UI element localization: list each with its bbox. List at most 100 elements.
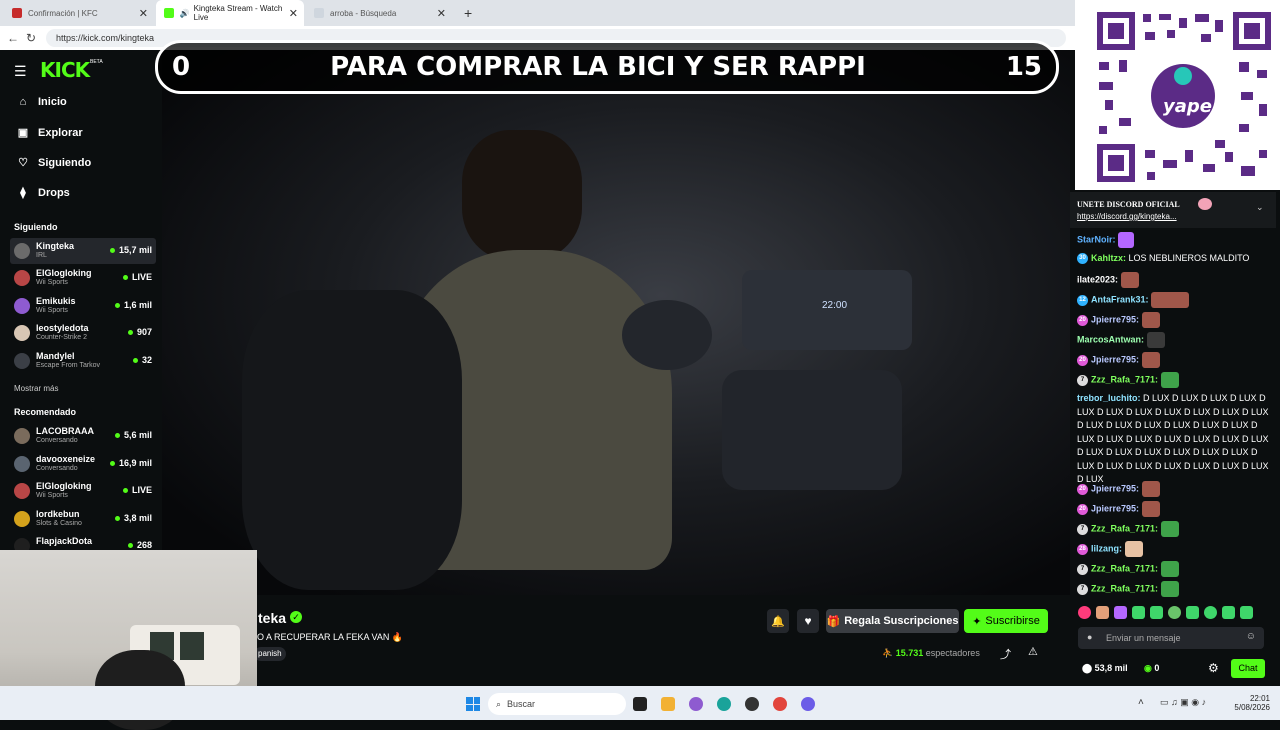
following-channel[interactable]: Kingteka IRL 15,7 mil: [10, 238, 156, 264]
task-view-icon[interactable]: [633, 697, 647, 711]
channel-name[interactable]: teka: [258, 610, 286, 626]
chat-send-button[interactable]: Chat: [1231, 659, 1265, 678]
emote-icon[interactable]: [1114, 606, 1127, 619]
avatar: [14, 538, 30, 550]
chat-message[interactable]: 20 Jpierre795:: [1077, 481, 1272, 497]
kicks-balance[interactable]: ◉ 0: [1144, 663, 1159, 674]
chat-message[interactable]: 7 Zzz_Rafa_7171:: [1077, 521, 1272, 537]
pinned-link[interactable]: https://discord.gg/kingteka...: [1077, 212, 1177, 221]
taskbar-search[interactable]: ⌕ Buscar: [488, 693, 626, 715]
recommended-channel[interactable]: LACOBRAAA Conversando 5,6 mil: [10, 423, 156, 449]
chat-username[interactable]: lilzang:: [1091, 543, 1122, 553]
chat-message[interactable]: 30 Kahltzx: LOS NEBLINEROS MALDITO: [1077, 252, 1272, 266]
video-player[interactable]: 22:00: [162, 50, 1070, 595]
chat-username[interactable]: Jpierre795:: [1091, 483, 1139, 493]
speaker-icon: 🔊: [179, 8, 190, 18]
recommended-channel[interactable]: FlapjackDota 268: [10, 533, 156, 550]
chat-username[interactable]: Jpierre795:: [1091, 503, 1139, 513]
emote-icon[interactable]: [1096, 606, 1109, 619]
follow-heart-icon[interactable]: ♥: [797, 609, 819, 633]
back-icon[interactable]: ←: [4, 31, 22, 45]
chat-username[interactable]: Zzz_Rafa_7171:: [1091, 583, 1158, 593]
tab-kick[interactable]: 🔊 Kingteka Stream - Watch Live ✕: [156, 0, 304, 26]
new-tab-button[interactable]: +: [456, 0, 480, 26]
windows-start-icon[interactable]: [466, 697, 480, 711]
following-channel[interactable]: Emikukis Wii Sports 1,6 mil: [10, 293, 156, 319]
reload-icon[interactable]: ↻: [22, 31, 40, 45]
emote-icon[interactable]: [1186, 606, 1199, 619]
language-tag[interactable]: panish: [254, 647, 286, 661]
chat-message[interactable]: 20 Jpierre795:: [1077, 312, 1272, 328]
chat-message[interactable]: 7 Zzz_Rafa_7171:: [1077, 581, 1272, 597]
tray-chevron-icon[interactable]: ˄: [1138, 697, 1144, 708]
emoji-icon[interactable]: ☺: [1246, 631, 1256, 642]
chat-username[interactable]: Jpierre795:: [1091, 354, 1139, 364]
chat-message[interactable]: StarNoir:: [1077, 232, 1272, 248]
chat-username[interactable]: ilate2023:: [1077, 274, 1118, 284]
chat-username[interactable]: MarcosAntwan:: [1077, 334, 1144, 344]
emote-icon[interactable]: [1132, 606, 1145, 619]
share-icon[interactable]: ⤴: [1000, 646, 1011, 662]
emote-icon[interactable]: [1222, 606, 1235, 619]
emote-icon[interactable]: [1204, 606, 1217, 619]
chat-message[interactable]: 12 AntaFrank31:: [1077, 292, 1272, 308]
emote-icon[interactable]: [1078, 606, 1091, 619]
nav-explorar[interactable]: ▣ Explorar: [16, 126, 83, 140]
report-icon[interactable]: ⚠: [1028, 645, 1038, 658]
recommended-channel[interactable]: ElGlogloking Wii Sports LIVE: [10, 478, 156, 504]
nav-drops[interactable]: ⧫ Drops: [16, 186, 70, 200]
subscribe-button[interactable]: ✦ Suscribirse: [964, 609, 1048, 633]
face-emote-icon: [1120, 272, 1139, 288]
following-channel[interactable]: Mandylel Escape From Tarkov 32: [10, 348, 156, 374]
chat-username[interactable]: AntaFrank31:: [1091, 294, 1149, 304]
chat-username[interactable]: Zzz_Rafa_7171:: [1091, 563, 1158, 573]
emote-icon[interactable]: [1240, 606, 1253, 619]
copilot-icon[interactable]: [689, 697, 703, 711]
close-icon[interactable]: ✕: [139, 7, 148, 20]
chat-message[interactable]: 20 Jpierre795:: [1077, 352, 1272, 368]
recommended-channel[interactable]: davooxeneize Conversando 16,9 mil: [10, 451, 156, 477]
nav-inicio[interactable]: ⌂ Inicio: [16, 96, 67, 108]
chevron-down-icon[interactable]: ⌄: [1256, 202, 1264, 213]
chat-username[interactable]: Zzz_Rafa_7171:: [1091, 523, 1158, 533]
menu-icon[interactable]: ☰: [14, 63, 27, 80]
following-channel[interactable]: leostyledota Counter-Strike 2 907: [10, 320, 156, 346]
channel-points[interactable]: ⬤ 53,8 mil: [1082, 663, 1128, 674]
tab-kfc[interactable]: Confirmación | KFC ✕: [4, 0, 154, 26]
file-explorer-icon[interactable]: [661, 697, 675, 711]
kick-logo[interactable]: KICK: [40, 58, 90, 82]
clock[interactable]: 22:01 5/08/2026: [1230, 694, 1270, 712]
chat-message[interactable]: ilate2023:: [1077, 272, 1272, 288]
chat-username[interactable]: StarNoir:: [1077, 234, 1116, 244]
chat-username[interactable]: Jpierre795:: [1091, 314, 1139, 324]
recommended-channel[interactable]: lordkebun Slots & Casino 3,8 mil: [10, 506, 156, 532]
discord-icon[interactable]: [801, 697, 815, 711]
notification-bell-icon[interactable]: 🔔: [767, 609, 789, 633]
chat-username[interactable]: Kahltzx:: [1091, 253, 1126, 263]
chrome-icon[interactable]: [773, 697, 787, 711]
chat-message[interactable]: 20 Jpierre795:: [1077, 501, 1272, 517]
chat-message[interactable]: 7 Zzz_Rafa_7171:: [1077, 372, 1272, 388]
chat-message[interactable]: 7 Zzz_Rafa_7171:: [1077, 561, 1272, 577]
chat-message[interactable]: MarcosAntwan:: [1077, 332, 1272, 348]
chat-message[interactable]: 28 lilzang:: [1077, 541, 1272, 557]
show-more-link[interactable]: Mostrar más: [14, 384, 58, 393]
emote-icon[interactable]: [1150, 606, 1163, 619]
tray-icons[interactable]: ▭ ♫ ▣ ◉ ♪: [1160, 697, 1206, 708]
pinned-message[interactable]: UNETE DISCORD OFICIAL https://discord.gg…: [1070, 192, 1276, 228]
nav-siguiendo[interactable]: ♡ Siguiendo: [16, 156, 91, 170]
emote-icon[interactable]: [1168, 606, 1181, 619]
settings-gear-icon[interactable]: ⚙: [1208, 661, 1219, 675]
close-icon[interactable]: ✕: [437, 7, 446, 20]
chat-input[interactable]: ● Enviar un mensaje ☺: [1078, 627, 1264, 649]
center-console: [722, 370, 902, 490]
chat-username[interactable]: trebor_luchito:: [1077, 393, 1141, 403]
tab-search[interactable]: arroba - Búsqueda ✕: [306, 0, 452, 26]
edge-icon[interactable]: [717, 697, 731, 711]
gift-subs-button[interactable]: 🎁 Regala Suscripciones: [826, 609, 959, 633]
chat-message[interactable]: trebor_luchito: D LUX D LUX D LUX D LUX …: [1077, 392, 1272, 487]
app-icon[interactable]: [745, 697, 759, 711]
following-channel[interactable]: ElGlogloking Wii Sports LIVE: [10, 265, 156, 291]
close-icon[interactable]: ✕: [289, 7, 298, 20]
chat-username[interactable]: Zzz_Rafa_7171:: [1091, 374, 1158, 384]
